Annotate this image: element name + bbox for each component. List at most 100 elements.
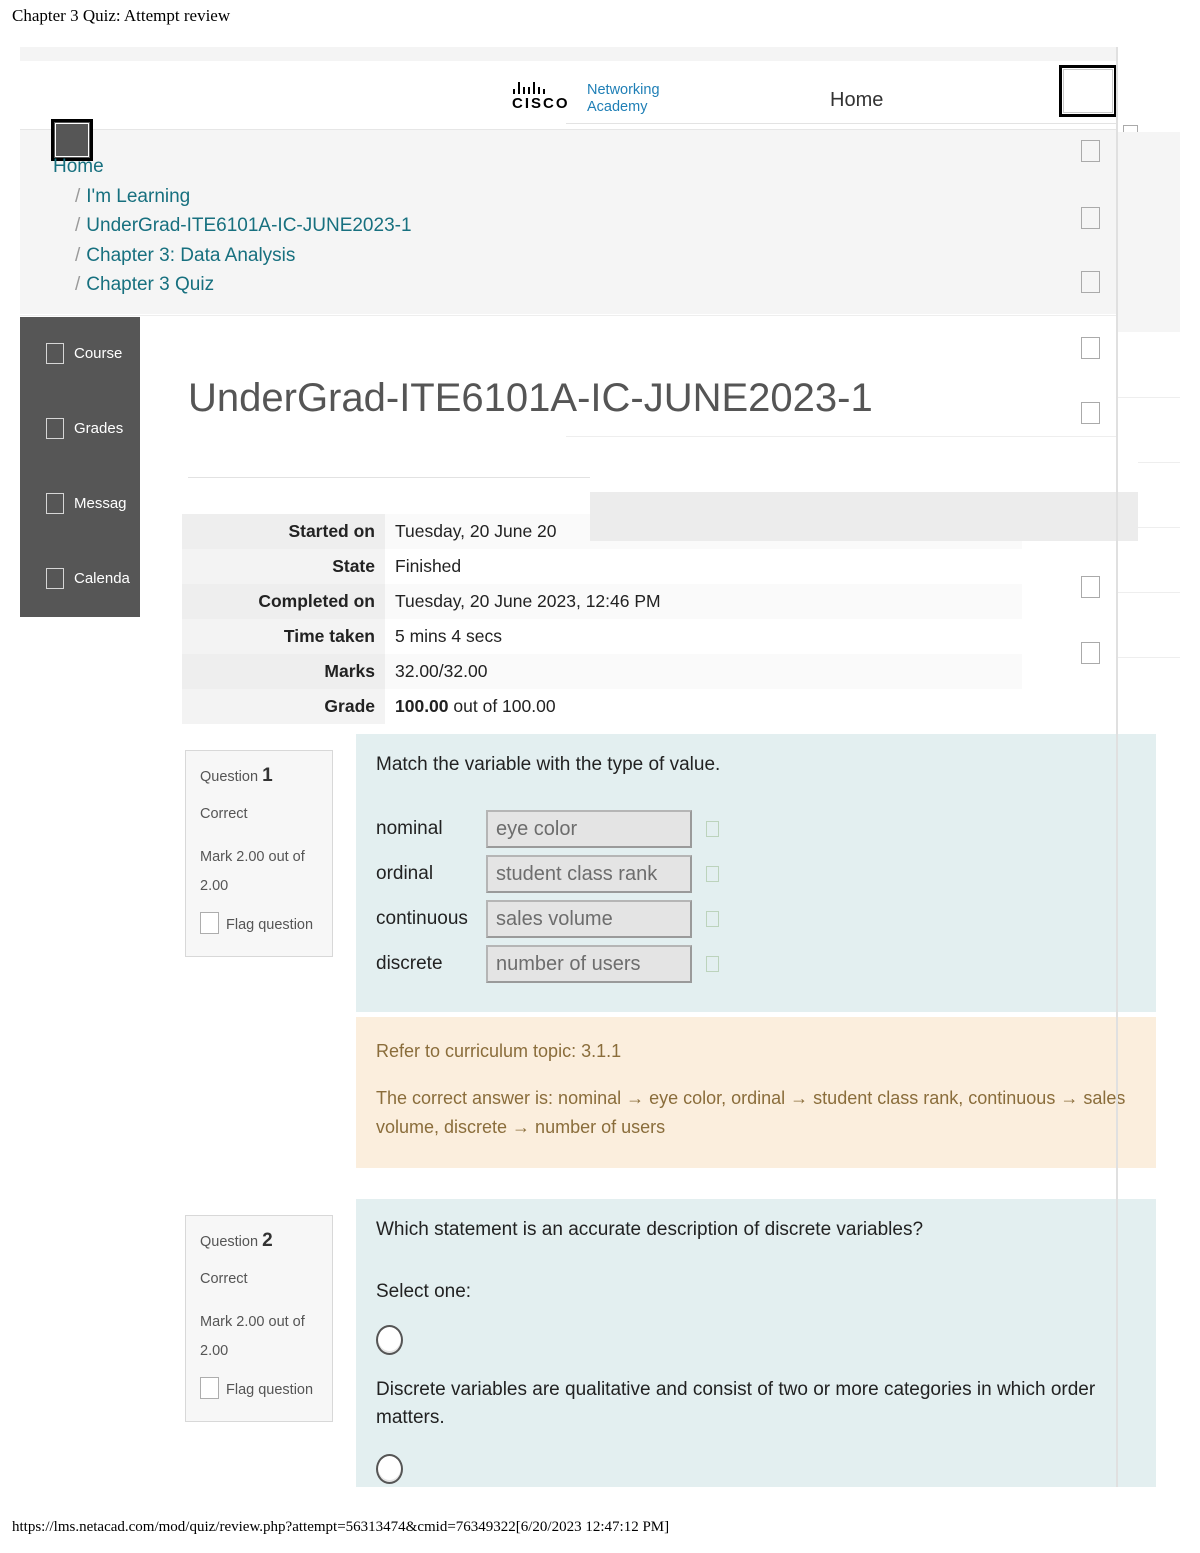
grade-suffix: out of 100.00 [448, 696, 556, 716]
breadcrumb-separator: / [75, 215, 81, 236]
breadcrumb-link-im-learning[interactable]: I'm Learning [86, 186, 190, 207]
match-answer-select[interactable]: number of users [486, 945, 692, 983]
radio-button[interactable] [376, 1325, 403, 1355]
question-feedback-1: Refer to curriculum topic: 3.1.1 The cor… [356, 1017, 1156, 1168]
grades-icon [46, 418, 64, 439]
breadcrumb-item-course[interactable]: / UnderGrad-ITE6101A-IC-JUNE2023-1 [53, 211, 412, 241]
sidebar-item-label: Messag [74, 495, 127, 512]
sidebar-item-label: Calenda [74, 570, 130, 587]
hairline [1118, 592, 1180, 593]
correct-mark-icon [706, 821, 719, 837]
table-row: Grade 100.00 out of 100.00 [182, 689, 1022, 724]
flag-checkbox[interactable] [200, 1377, 219, 1399]
table-row: Time taken 5 mins 4 secs [182, 619, 1022, 654]
match-row: ordinal student class rank [376, 855, 1136, 893]
breadcrumb-item-quiz[interactable]: / Chapter 3 Quiz [53, 270, 412, 300]
question-body-1: Match the variable with the type of valu… [356, 734, 1156, 1012]
flag-checkbox[interactable] [200, 912, 219, 934]
breadcrumb-link-chapter[interactable]: Chapter 3: Data Analysis [86, 245, 295, 266]
page-title: UnderGrad-ITE6101A-IC-JUNE2023-1 [188, 375, 873, 420]
answer-option-1[interactable] [376, 1325, 1136, 1360]
print-page-footer: https://lms.netacad.com/mod/quiz/review.… [12, 1519, 670, 1535]
question-prompt: Match the variable with the type of valu… [376, 754, 721, 775]
breadcrumb-item-chapter[interactable]: / Chapter 3: Data Analysis [53, 241, 412, 271]
question-number: 2 [262, 1230, 273, 1251]
right-column-shade [1118, 132, 1180, 332]
match-row: nominal eye color [376, 810, 1136, 848]
answer-option-2[interactable] [376, 1454, 1136, 1487]
image-placeholder-icon [1081, 576, 1100, 598]
summary-value: 32.00/32.00 [385, 654, 1022, 689]
table-row: State Finished [182, 549, 1022, 584]
flag-question-control[interactable]: Flag question [200, 1376, 320, 1405]
breadcrumb: Home / I'm Learning / UnderGrad-ITE6101A-I… [53, 152, 412, 300]
summary-value: 5 mins 4 secs [385, 619, 1022, 654]
match-term: nominal [376, 818, 443, 839]
feedback-topic: Refer to curriculum topic: 3.1.1 [376, 1041, 622, 1061]
sidebar-item-grades[interactable]: Grades [46, 418, 123, 439]
sidebar-item-calendar[interactable]: Calenda [46, 568, 130, 589]
image-placeholder-icon [1081, 402, 1100, 424]
breadcrumb-separator: / [75, 244, 81, 266]
feedback-correct-answer: The correct answer is: nominal → eye col… [376, 1088, 1126, 1137]
match-row: continuous sales volume [376, 900, 1136, 938]
question-word: Question [200, 769, 259, 785]
hairline [566, 436, 1117, 437]
cisco-wordmark: CISCO [512, 95, 570, 112]
correct-mark-icon [706, 911, 719, 927]
calendar-icon [46, 568, 64, 589]
breadcrumb-item-im-learning[interactable]: / I'm Learning [53, 182, 412, 212]
brand-line-1: Networking [587, 82, 660, 98]
summary-value: Tuesday, 20 June 2023, 12:46 PM [385, 584, 1022, 619]
summary-key: Completed on [182, 584, 385, 619]
sidebar-item-label: Grades [74, 420, 124, 437]
match-answer-select[interactable]: student class rank [486, 855, 692, 893]
correct-mark-icon [706, 866, 719, 882]
select-one-label: Select one: [376, 1281, 472, 1302]
breadcrumb-item-home[interactable]: Home [53, 152, 412, 182]
grade-value: 100.00 [395, 696, 449, 716]
breadcrumb-top-divider [20, 129, 1117, 130]
summary-key: Grade [182, 689, 385, 724]
match-term: discrete [376, 953, 443, 974]
match-answer-select[interactable]: eye color [486, 810, 692, 848]
image-placeholder-icon [1081, 207, 1100, 229]
match-list: nominal eye color ordinal student class … [376, 810, 1136, 983]
question-info-2: Question 2 Correct Mark 2.00 out of 2.00… [185, 1215, 333, 1422]
breadcrumb-link-quiz[interactable]: Chapter 3 Quiz [86, 274, 214, 295]
overlay-panel-white [590, 457, 1138, 492]
hairline [20, 315, 1117, 316]
summary-key: State [182, 549, 385, 584]
flag-question-control[interactable]: Flag question [200, 911, 320, 940]
brand-line-2: Academy [587, 99, 648, 115]
table-row: Marks 32.00/32.00 [182, 654, 1022, 689]
question-number-label: Question 2 [200, 1230, 320, 1253]
cisco-networking-academy-logo[interactable]: CISCO Networking Academy [512, 81, 660, 116]
question-info-1: Question 1 Correct Mark 2.00 out of 2.00… [185, 750, 333, 957]
match-row: discrete number of users [376, 945, 1136, 983]
hairline [1118, 397, 1180, 398]
breadcrumb-link-course[interactable]: UnderGrad-ITE6101A-IC-JUNE2023-1 [86, 215, 411, 236]
sidebar-item-messages[interactable]: Messag [46, 493, 127, 514]
question-prompt: Which statement is an accurate descripti… [376, 1219, 924, 1240]
radio-button[interactable] [376, 1454, 403, 1484]
print-page-title: Chapter 3 Quiz: Attempt review [12, 6, 231, 25]
flag-question-label: Flag question [226, 1382, 314, 1398]
sidebar-item-label: Course [74, 345, 123, 362]
top-band [20, 47, 1117, 61]
sidebar-item-course[interactable]: Course [46, 343, 122, 364]
table-row: Completed on Tuesday, 20 June 2023, 12:4… [182, 584, 1022, 619]
hairline [1118, 657, 1180, 658]
breadcrumb-link-home[interactable]: Home [53, 156, 104, 177]
image-placeholder-icon [1081, 271, 1100, 293]
correct-mark-icon [706, 956, 719, 972]
course-icon [46, 343, 64, 364]
match-term: ordinal [376, 863, 434, 884]
summary-key: Time taken [182, 619, 385, 654]
summary-value: 100.00 out of 100.00 [385, 689, 1022, 724]
question-mark: Mark 2.00 out of 2.00 [200, 849, 305, 894]
image-placeholder-icon [1081, 337, 1100, 359]
nav-item-home[interactable]: Home [830, 89, 883, 112]
academy-brand-text: Networking Academy [587, 81, 660, 116]
match-answer-select[interactable]: sales volume [486, 900, 692, 938]
